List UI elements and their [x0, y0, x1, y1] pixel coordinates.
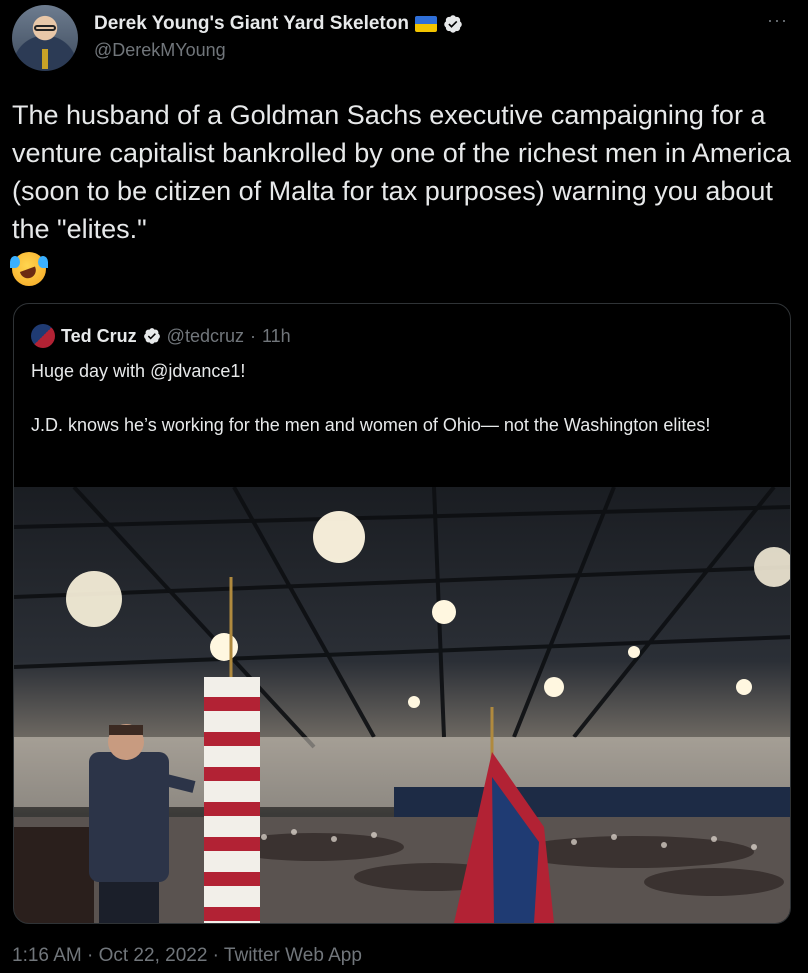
ukraine-flag-icon — [414, 16, 437, 32]
rolling-on-floor-laughing-icon — [10, 251, 48, 286]
verified-badge-icon — [143, 328, 160, 344]
glasses-detail — [34, 25, 56, 31]
tweet: Derek Young's Giant Yard Skeleton @Derek… — [0, 0, 808, 973]
quoted-tweet[interactable]: Ted Cruz @tedcruz · 11h Huge day with @j… — [13, 303, 791, 924]
avatar[interactable] — [12, 5, 78, 71]
quoted-paragraph: Huge day with @jdvance1! — [31, 361, 246, 381]
more-options-icon[interactable]: ··· — [767, 10, 788, 31]
event-hall-photo[interactable] — [14, 487, 790, 923]
quoted-tweet-header: Ted Cruz @tedcruz · 11h — [31, 323, 291, 349]
quoted-tweet-text: Huge day with @jdvance1! J.D. knows he’s… — [31, 358, 771, 439]
quoted-paragraph: J.D. knows he’s working for the men and … — [31, 415, 711, 435]
quoted-time: 11h — [261, 325, 291, 346]
quoted-handle: @tedcruz — [166, 325, 244, 346]
tweet-text: The husband of a Goldman Sachs executive… — [10, 96, 792, 286]
author-line: Derek Young's Giant Yard Skeleton — [94, 12, 463, 36]
author-handle[interactable]: @DerekMYoung — [94, 40, 226, 61]
tie-detail — [42, 49, 48, 69]
tweet-timestamp[interactable]: 1:16 AM · Oct 22, 2022 · Twitter Web App — [12, 945, 362, 967]
author-display-name[interactable]: Derek Young's Giant Yard Skeleton — [94, 13, 409, 35]
quoted-separator: · — [249, 325, 256, 346]
photo-illustration — [14, 487, 790, 923]
verified-badge-icon — [444, 15, 462, 33]
quoted-display-name: Ted Cruz — [61, 325, 137, 346]
tweet-body: The husband of a Goldman Sachs executive… — [12, 100, 791, 244]
quoted-avatar — [31, 324, 55, 348]
